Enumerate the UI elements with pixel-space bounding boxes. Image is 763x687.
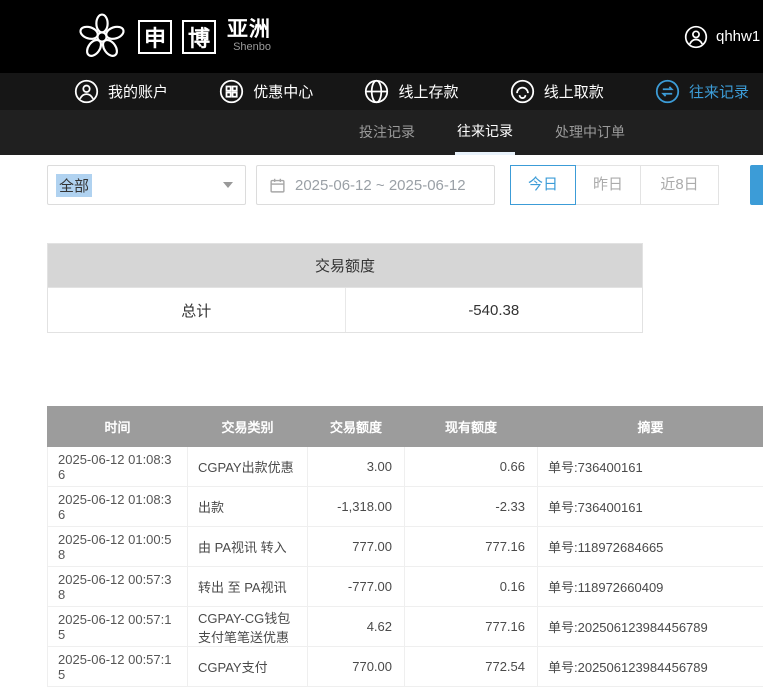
type-select-value: 全部 xyxy=(56,174,92,197)
cell-type: 出款 xyxy=(188,487,308,527)
cell-amount: 4.62 xyxy=(308,607,405,647)
table-row: 2025-06-12 00:57:15 CGPAY-CG钱包支付笔笔送优惠 4.… xyxy=(48,607,763,647)
deposit-icon xyxy=(364,79,389,104)
filter-bar: 全部 2025-06-12 ~ 2025-06-12 今日 昨日 近8日 xyxy=(47,165,763,205)
cell-amount: 777.00 xyxy=(308,527,405,567)
brand-subtitle: Shenbo xyxy=(227,42,271,54)
main-nav: 我的账户 优惠中心 线上存款 xyxy=(0,73,763,110)
cell-type: 由 PA视讯 转入 xyxy=(188,527,308,567)
withdraw-icon xyxy=(510,79,535,104)
header-time: 时间 xyxy=(48,407,188,447)
nav-item-label: 线上取款 xyxy=(544,81,604,102)
cell-time: 2025-06-12 01:08:36 xyxy=(48,487,188,527)
cell-note: 单号:202506123984456789 xyxy=(538,607,763,647)
quick-date-buttons: 今日 昨日 近8日 xyxy=(510,165,719,205)
header-note: 摘要 xyxy=(538,407,763,447)
promo-icon xyxy=(219,79,244,104)
cell-time: 2025-06-12 00:57:15 xyxy=(48,607,188,647)
cell-balance: 0.16 xyxy=(405,567,538,607)
records-icon xyxy=(655,79,680,104)
cell-time: 2025-06-12 01:08:36 xyxy=(48,447,188,487)
cell-balance: 0.66 xyxy=(405,447,538,487)
table-row: 2025-06-12 01:00:58 由 PA视讯 转入 777.00 777… xyxy=(48,527,763,567)
sub-nav: 投注记录 往来记录 处理中订单 xyxy=(0,110,763,155)
brand-region: 亚洲 xyxy=(227,19,271,41)
table-row: 2025-06-12 00:57:38 转出 至 PA视讯 -777.00 0.… xyxy=(48,567,763,607)
nav-transaction-records[interactable]: 往来记录 xyxy=(655,79,749,104)
summary-total-label: 总计 xyxy=(48,288,345,332)
today-button[interactable]: 今日 xyxy=(510,165,576,205)
table-header-row: 时间 交易类别 交易额度 现有额度 摘要 xyxy=(48,407,763,447)
search-button-partial[interactable] xyxy=(750,165,763,205)
user-avatar-icon xyxy=(684,25,708,49)
cell-note: 单号:202506123984456789 xyxy=(538,647,763,687)
cell-type: 转出 至 PA视讯 xyxy=(188,567,308,607)
summary-table: 交易额度 总计 -540.38 xyxy=(47,243,643,333)
type-select[interactable]: 全部 xyxy=(47,165,246,205)
nav-promo-center[interactable]: 优惠中心 xyxy=(219,79,313,104)
cell-type: CGPAY支付 xyxy=(188,647,308,687)
cell-amount: 3.00 xyxy=(308,447,405,487)
cell-time: 2025-06-12 00:57:38 xyxy=(48,567,188,607)
nav-item-label: 我的账户 xyxy=(108,81,168,102)
cell-balance: 777.16 xyxy=(405,607,538,647)
summary-total-value: -540.38 xyxy=(345,288,643,332)
table-row: 2025-06-12 01:08:36 出款 -1,318.00 -2.33 单… xyxy=(48,487,763,527)
date-range-input[interactable]: 2025-06-12 ~ 2025-06-12 xyxy=(256,165,495,205)
header-balance: 现有额度 xyxy=(405,407,538,447)
yesterday-button[interactable]: 昨日 xyxy=(575,165,641,205)
cell-balance: 777.16 xyxy=(405,527,538,567)
cell-balance: -2.33 xyxy=(405,487,538,527)
nav-online-deposit[interactable]: 线上存款 xyxy=(364,79,458,104)
cell-note: 单号:736400161 xyxy=(538,447,763,487)
table-row: 2025-06-12 00:57:15 CGPAY支付 770.00 772.5… xyxy=(48,647,763,687)
chevron-down-icon xyxy=(223,182,233,188)
cell-time: 2025-06-12 00:57:15 xyxy=(48,647,188,687)
tab-transaction-records[interactable]: 往来记录 xyxy=(455,110,515,155)
cell-note: 单号:118972684665 xyxy=(538,527,763,567)
brand-logo[interactable]: 申 博 亚洲 Shenbo xyxy=(76,11,271,63)
header-amount: 交易额度 xyxy=(308,407,405,447)
user-account[interactable]: qhhw1 xyxy=(684,0,760,73)
tab-processing-orders[interactable]: 处理中订单 xyxy=(553,110,627,155)
cell-note: 单号:118972660409 xyxy=(538,567,763,607)
brand-char-shen: 申 xyxy=(138,20,172,54)
records-table: 时间 交易类别 交易额度 现有额度 摘要 2025-06-12 01:08:36… xyxy=(47,406,763,687)
brand-char-bo: 博 xyxy=(182,20,216,54)
cell-time: 2025-06-12 01:00:58 xyxy=(48,527,188,567)
header-type: 交易类别 xyxy=(188,407,308,447)
cell-amount: -1,318.00 xyxy=(308,487,405,527)
date-range-value: 2025-06-12 ~ 2025-06-12 xyxy=(295,177,466,194)
cell-note: 单号:736400161 xyxy=(538,487,763,527)
cell-type: CGPAY出款优惠 xyxy=(188,447,308,487)
username: qhhw1 xyxy=(716,28,760,45)
table-row: 2025-06-12 01:08:36 CGPAY出款优惠 3.00 0.66 … xyxy=(48,447,763,487)
nav-item-label: 优惠中心 xyxy=(253,81,313,102)
nav-item-label: 线上存款 xyxy=(398,81,458,102)
last-8-days-button[interactable]: 近8日 xyxy=(640,165,719,205)
top-header: 申 博 亚洲 Shenbo qhhw1 xyxy=(0,0,763,73)
calendar-icon xyxy=(269,177,286,194)
nav-my-account[interactable]: 我的账户 xyxy=(74,79,168,104)
cell-amount: -777.00 xyxy=(308,567,405,607)
nav-item-label: 往来记录 xyxy=(689,81,749,102)
summary-row: 总计 -540.38 xyxy=(48,288,642,332)
summary-header: 交易额度 xyxy=(48,244,642,288)
cell-amount: 770.00 xyxy=(308,647,405,687)
user-icon xyxy=(74,79,99,104)
flower-logo-icon xyxy=(76,11,128,63)
cell-type: CGPAY-CG钱包支付笔笔送优惠 xyxy=(188,607,308,647)
cell-balance: 772.54 xyxy=(405,647,538,687)
nav-online-withdrawal[interactable]: 线上取款 xyxy=(510,79,604,104)
brand-text: 亚洲 Shenbo xyxy=(227,19,271,54)
tab-bet-records[interactable]: 投注记录 xyxy=(357,110,417,155)
